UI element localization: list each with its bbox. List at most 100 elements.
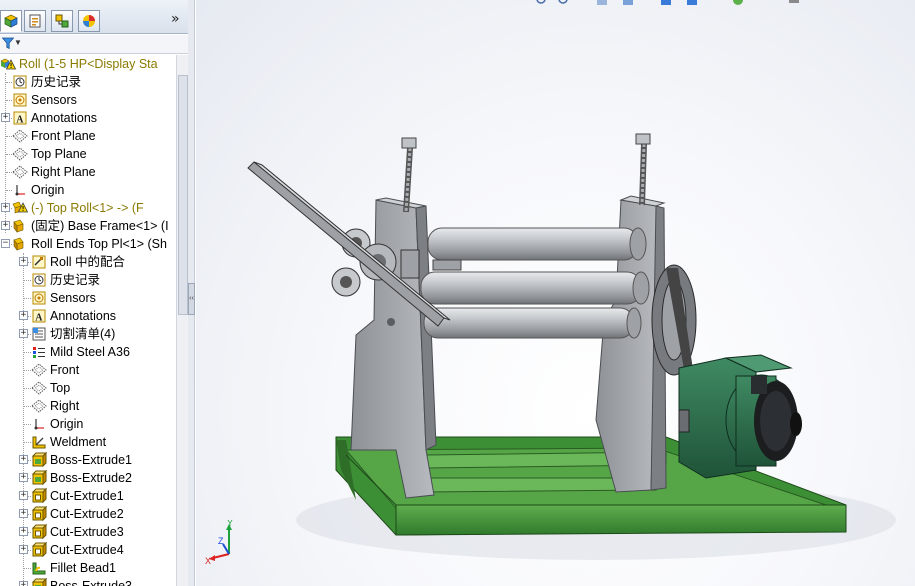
tree-item[interactable]: + Boss-Extrude3	[0, 577, 176, 586]
tree-item[interactable]: + Roll 中的配合	[0, 253, 176, 271]
tree-item-label: Roll (1-5 HP<Display Sta	[19, 57, 158, 71]
tree-item[interactable]: Origin	[0, 415, 176, 433]
feature-manager-tab[interactable]	[0, 10, 22, 32]
tree-item[interactable]: − Roll Ends Top Pl<1> (Sh	[0, 235, 176, 253]
tree-item[interactable]: + Cut-Extrude3	[0, 523, 176, 541]
tree-item[interactable]: Roll (1-5 HP<Display Sta	[0, 55, 176, 73]
expand-toggle[interactable]: +	[19, 527, 28, 536]
left-adjust-screw[interactable]	[401, 137, 417, 213]
tree-item[interactable]: + A Annotations	[0, 109, 176, 127]
expand-toggle[interactable]: +	[19, 329, 28, 338]
funnel-icon[interactable]	[2, 37, 14, 50]
tree-item-label: Cut-Extrude2	[50, 507, 124, 521]
expand-toggle[interactable]: +	[19, 257, 28, 266]
tree-item-label: Front Plane	[31, 129, 96, 143]
tree-item[interactable]: 历史记录	[0, 73, 176, 91]
tree-scrollbar[interactable]	[176, 55, 188, 586]
annotations-icon: A	[31, 308, 47, 324]
tree-item[interactable]: + 切割清单(4)	[0, 325, 176, 343]
expand-toggle[interactable]: +	[1, 113, 10, 122]
plane-icon	[12, 128, 28, 144]
tree-item[interactable]: Sensors	[0, 91, 176, 109]
tree-item[interactable]: + Cut-Extrude1	[0, 487, 176, 505]
feature-manager-panel: » ▼ Roll (1-5 HP<Display Sta 历史记录 Sensors +…	[0, 0, 189, 586]
tree-item-label: Roll Ends Top Pl<1> (Sh	[31, 237, 167, 251]
tree-item[interactable]: + Boss-Extrude1	[0, 451, 176, 469]
tree-connector-line	[24, 352, 31, 353]
tree-item[interactable]: Fillet Bead1	[0, 559, 176, 577]
tree-filter-bar[interactable]: ▼	[0, 35, 188, 54]
sensors-icon	[31, 290, 47, 306]
tree-item[interactable]: + Boss-Extrude2	[0, 469, 176, 487]
tree-item[interactable]: Top	[0, 379, 176, 397]
tree-connector-line	[24, 280, 31, 281]
collapse-toggle[interactable]: −	[1, 239, 10, 248]
tree-item[interactable]: Sensors	[0, 289, 176, 307]
tree-item[interactable]: + Cut-Extrude4	[0, 541, 176, 559]
tree-item[interactable]: + A Annotations	[0, 307, 176, 325]
mates-icon	[31, 254, 47, 270]
tree-item-label: Annotations	[50, 309, 117, 323]
tree-item[interactable]: Right Plane	[0, 163, 176, 181]
drive-motor[interactable]	[678, 354, 802, 479]
tree-item[interactable]: Origin	[0, 181, 176, 199]
collapse-panel-button[interactable]: ‹‹	[188, 283, 195, 315]
tree-item-label: Boss-Extrude2	[50, 471, 132, 485]
bottom-roll[interactable]	[423, 307, 642, 339]
history-icon	[12, 74, 28, 90]
tree-item[interactable]: Front Plane	[0, 127, 176, 145]
expand-toggle[interactable]: +	[19, 455, 28, 464]
weldment-icon	[31, 434, 47, 450]
material-icon	[31, 344, 47, 360]
more-tabs-button[interactable]: »	[171, 11, 180, 27]
tree-item[interactable]: + (固定) Base Frame<1> (I	[0, 217, 176, 235]
svg-text:A: A	[16, 115, 24, 126]
tree-connector-line	[24, 388, 31, 389]
tree-item[interactable]: Right	[0, 397, 176, 415]
expand-toggle[interactable]: +	[19, 491, 28, 500]
tree-item-label: 历史记录	[31, 75, 82, 89]
expand-toggle[interactable]: +	[1, 221, 10, 230]
tree-item-label: Annotations	[31, 111, 98, 125]
tree-connector-line	[24, 298, 31, 299]
tree-item-label: Front	[50, 363, 80, 377]
tree-connector-line	[24, 424, 31, 425]
assembly-warning-icon	[0, 56, 17, 72]
expand-toggle[interactable]: +	[19, 581, 28, 586]
middle-roll[interactable]	[420, 271, 650, 305]
expand-toggle[interactable]: +	[19, 509, 28, 518]
tree-item[interactable]: 历史记录	[0, 271, 176, 289]
cut-extrude-icon	[31, 505, 48, 522]
expand-toggle[interactable]: +	[19, 311, 28, 320]
expand-toggle[interactable]: +	[19, 473, 28, 482]
tree-item[interactable]: Top Plane	[0, 145, 176, 163]
configuration-manager-tab-icon	[55, 14, 69, 28]
sensors-icon	[12, 92, 28, 108]
panel-splitter[interactable]: ‹‹	[188, 0, 195, 586]
plane-icon	[12, 146, 28, 162]
plane-icon	[31, 398, 47, 414]
tree-scrollbar-thumb[interactable]	[178, 75, 188, 315]
tree-item-label: Weldment	[50, 435, 107, 449]
configuration-manager-tab[interactable]	[51, 10, 73, 32]
triad-z-label: Z	[218, 536, 224, 546]
roll-shaft-bolt	[432, 259, 462, 271]
tree-item[interactable]: + Cut-Extrude2	[0, 505, 176, 523]
top-roll[interactable]	[427, 227, 647, 261]
graphics-area[interactable]: Y X Z	[196, 0, 915, 586]
history-icon	[31, 272, 47, 288]
tree-item[interactable]: Mild Steel A36	[0, 343, 176, 361]
tree-item[interactable]: Front	[0, 361, 176, 379]
property-manager-tab[interactable]	[24, 10, 46, 32]
assembly-model[interactable]	[196, 0, 915, 586]
tree-item[interactable]: Weldment	[0, 433, 176, 451]
tree-item-label: Mild Steel A36	[50, 345, 130, 359]
filter-dropdown-arrow-icon[interactable]: ▼	[14, 38, 22, 47]
tree-item-label: Sensors	[31, 93, 77, 107]
display-manager-tab[interactable]	[78, 10, 100, 32]
expand-toggle[interactable]: +	[19, 545, 28, 554]
right-adjust-screw[interactable]	[635, 133, 651, 206]
expand-toggle[interactable]: +	[1, 203, 10, 212]
property-manager-tab-icon	[29, 14, 41, 28]
tree-item[interactable]: + (-) Top Roll<1> -> (F	[0, 199, 176, 217]
